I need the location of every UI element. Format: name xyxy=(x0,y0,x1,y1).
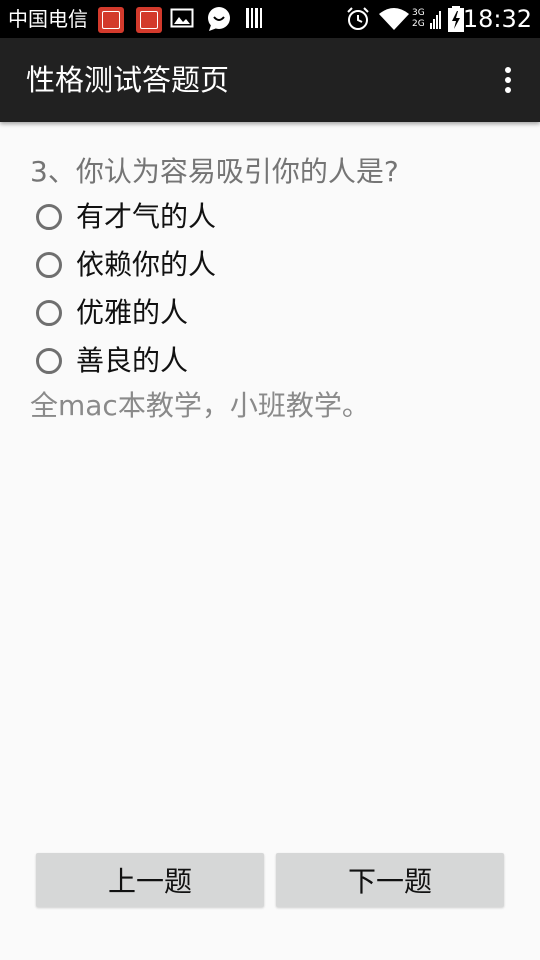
next-question-button[interactable]: 下一题 xyxy=(276,853,504,907)
action-bar: 性格测试答题页 xyxy=(0,38,540,122)
network-3g-label: 3G xyxy=(412,8,425,18)
app-badge-icon xyxy=(136,7,162,33)
signal-icon xyxy=(430,11,441,29)
info-note: 全mac本教学，小班教学。 xyxy=(30,389,370,422)
image-icon xyxy=(170,8,194,28)
status-bar: 中国电信 3G 2G 18:32 xyxy=(0,0,540,38)
wifi-icon xyxy=(379,8,409,30)
radio-button[interactable] xyxy=(36,204,62,230)
previous-question-button[interactable]: 上一题 xyxy=(36,853,264,907)
option-1[interactable]: 有才气的人 xyxy=(36,193,216,241)
question-text: 3、你认为容易吸引你的人是? xyxy=(30,155,399,188)
option-2[interactable]: 依赖你的人 xyxy=(36,241,216,289)
network-type: 3G 2G xyxy=(412,8,432,30)
radio-button[interactable] xyxy=(36,252,62,278)
overflow-menu-icon[interactable] xyxy=(498,64,518,96)
network-2g-label: 2G xyxy=(412,19,425,29)
radio-button[interactable] xyxy=(36,348,62,374)
clock: 18:32 xyxy=(462,5,532,33)
menu-dot xyxy=(505,87,511,93)
page-title: 性格测试答题页 xyxy=(26,63,230,97)
barcode-icon xyxy=(246,8,262,28)
menu-dot xyxy=(505,67,511,73)
answer-options: 有才气的人 依赖你的人 优雅的人 善良的人 xyxy=(36,193,216,385)
alarm-icon xyxy=(347,7,369,30)
carrier-name: 中国电信 xyxy=(8,7,88,31)
option-label: 优雅的人 xyxy=(76,296,189,329)
chat-icon xyxy=(208,7,230,31)
menu-dot xyxy=(505,77,511,83)
option-label: 有才气的人 xyxy=(76,200,217,233)
app-badge-icon xyxy=(98,7,124,33)
option-3[interactable]: 优雅的人 xyxy=(36,289,216,337)
option-label: 善良的人 xyxy=(76,344,189,377)
option-label: 依赖你的人 xyxy=(76,248,217,281)
option-4[interactable]: 善良的人 xyxy=(36,337,216,385)
radio-button[interactable] xyxy=(36,300,62,326)
